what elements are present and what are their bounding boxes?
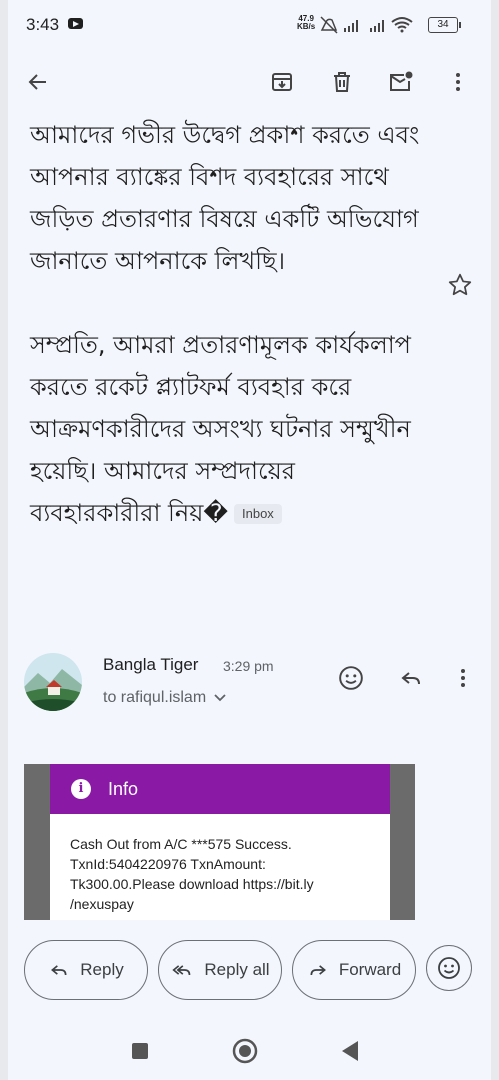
more-options-button[interactable] bbox=[438, 62, 478, 102]
back-button[interactable] bbox=[18, 62, 58, 102]
info-card-message: Cash Out from A/C ***575 Success. TxnId:… bbox=[70, 836, 314, 912]
top-app-bar bbox=[0, 52, 499, 114]
info-card-header: i Info bbox=[50, 764, 390, 814]
arrow-back-icon bbox=[28, 74, 46, 90]
archive-button[interactable] bbox=[262, 62, 302, 102]
info-icon: i bbox=[71, 779, 91, 799]
reply-all-button-label: Reply all bbox=[204, 960, 270, 979]
battery-icon: 34 bbox=[428, 17, 461, 33]
home-icon bbox=[232, 1038, 258, 1064]
network-speed: 47.9 KB/s bbox=[297, 15, 315, 31]
mute-icon bbox=[320, 16, 338, 34]
forward-button-label: Forward bbox=[338, 960, 402, 979]
archive-icon bbox=[272, 73, 292, 91]
star-icon bbox=[448, 273, 472, 296]
star-button[interactable] bbox=[447, 272, 473, 302]
more-vert-icon bbox=[461, 669, 465, 687]
back-triangle-icon bbox=[342, 1041, 358, 1061]
youtube-notification-icon bbox=[68, 18, 83, 29]
more-vert-icon bbox=[456, 73, 460, 91]
sent-time: 3:29 pm bbox=[223, 658, 274, 674]
emoji-icon bbox=[339, 666, 363, 690]
sender-name[interactable]: Bangla Tiger bbox=[103, 655, 198, 675]
forward-button[interactable]: Forward bbox=[292, 940, 416, 1000]
reply-inline-button[interactable] bbox=[391, 658, 431, 698]
home-button[interactable] bbox=[232, 1038, 258, 1068]
info-card: i Info Cash Out from A/C ***575 Success.… bbox=[50, 764, 390, 920]
message-body: আমাদের গভীর উদ্বেগ প্রকাশ করতে এবং আপনার… bbox=[30, 114, 430, 534]
reply-button-label: Reply bbox=[80, 960, 124, 979]
message-paragraph-text: সম্প্রতি, আমরা প্রতারণামূলক কার্যকলাপ কর… bbox=[30, 331, 411, 527]
mark-unread-icon bbox=[390, 71, 413, 91]
forward-icon bbox=[310, 965, 326, 976]
system-nav-bar bbox=[0, 1022, 499, 1080]
sender-avatar[interactable] bbox=[24, 653, 82, 711]
wifi-icon bbox=[391, 17, 413, 33]
recents-icon bbox=[132, 1043, 148, 1059]
info-card-title: Info bbox=[108, 778, 139, 799]
system-status-icons bbox=[320, 16, 413, 34]
avatar-image bbox=[24, 653, 82, 711]
recipient-details[interactable]: to rafiqul.islam bbox=[103, 689, 226, 707]
reply-icon bbox=[51, 965, 67, 976]
recipient-text: to rafiqul.islam bbox=[103, 689, 207, 706]
reply-button[interactable]: Reply bbox=[24, 940, 148, 1000]
status-time: 3:43 bbox=[26, 15, 60, 34]
delete-icon bbox=[334, 72, 350, 92]
status-bar: 3:43 47.9 KB/s 34 bbox=[0, 0, 499, 52]
inline-image[interactable]: i Info Cash Out from A/C ***575 Success.… bbox=[24, 764, 415, 920]
message-paragraph: সম্প্রতি, আমরা প্রতারণামূলক কার্যকলাপ কর… bbox=[30, 324, 430, 534]
network-speed-unit: KB/s bbox=[297, 22, 316, 31]
mark-unread-button[interactable] bbox=[381, 62, 421, 102]
signal-icon bbox=[344, 20, 384, 32]
reply-icon bbox=[401, 672, 420, 685]
message-more-button[interactable] bbox=[443, 658, 483, 698]
message-paragraph: আমাদের গভীর উদ্বেগ প্রকাশ করতে এবং আপনার… bbox=[30, 121, 420, 275]
back-nav-button[interactable] bbox=[340, 1040, 360, 1066]
add-reaction-button[interactable] bbox=[426, 945, 472, 991]
left-edge bbox=[0, 0, 8, 1080]
chevron-down-icon bbox=[214, 694, 226, 702]
right-edge bbox=[491, 0, 499, 1080]
reply-all-button[interactable]: Reply all bbox=[158, 940, 282, 1000]
reply-all-icon bbox=[172, 965, 191, 976]
recents-button[interactable] bbox=[131, 1042, 149, 1064]
delete-button[interactable] bbox=[322, 62, 362, 102]
inbox-label-chip[interactable]: Inbox bbox=[234, 504, 282, 524]
react-emoji-button[interactable] bbox=[331, 658, 371, 698]
emoji-icon bbox=[438, 957, 460, 979]
